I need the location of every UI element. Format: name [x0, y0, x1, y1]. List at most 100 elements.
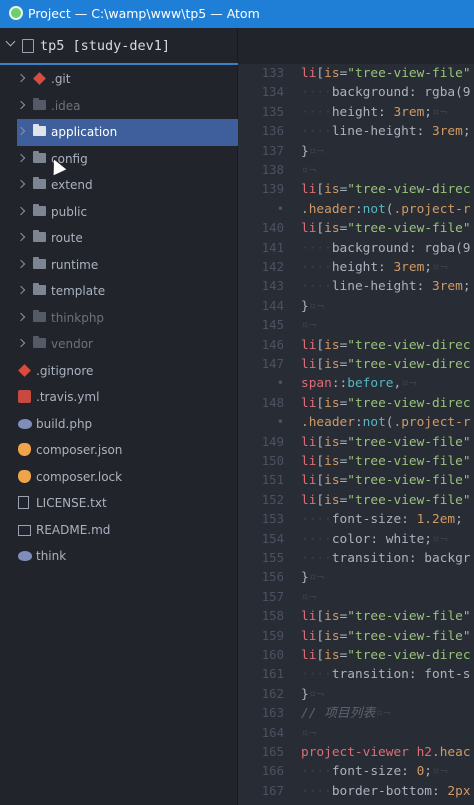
code-line[interactable]: 138 ¤¬	[238, 161, 474, 180]
chevron-right-icon[interactable]	[16, 179, 26, 189]
chevron-right-icon[interactable]	[16, 312, 26, 321]
code-line[interactable]: 161 ····transition: font-s	[238, 665, 474, 684]
code-line[interactable]: 155 ····transition: backgr	[238, 549, 474, 568]
code-text: li[is="tree-view-file"	[301, 434, 471, 450]
folder-application[interactable]: application	[16, 119, 238, 146]
project-root[interactable]: tp5 [study-dev1]	[0, 28, 238, 65]
chevron-right-icon[interactable]	[16, 259, 26, 268]
code-line[interactable]: 160 li[is="tree-view-direc	[238, 646, 474, 665]
focus-accent-bar	[0, 63, 238, 65]
tree-item-label: public	[51, 204, 88, 219]
composer-icon	[18, 443, 31, 456]
code-text: li[is="tree-view-direc	[301, 337, 471, 353]
code-line[interactable]: • span::before,¤¬	[238, 374, 474, 393]
code-line[interactable]: 141 ····background: rgba(9	[238, 239, 474, 258]
code-line[interactable]: 142 ····height: 3rem;¤¬	[238, 258, 474, 277]
line-number: 148	[261, 395, 284, 410]
code-line[interactable]: 162}¤¬	[238, 685, 474, 704]
code-line[interactable]: 153 ····font-size: 1.2em;	[238, 510, 474, 529]
code-line[interactable]: 151 li[is="tree-view-file"	[238, 471, 474, 490]
tree-item-label: .gitignore	[36, 363, 94, 378]
code-line[interactable]: 159 li[is="tree-view-file"	[238, 627, 474, 646]
line-number: 165	[261, 745, 284, 759]
code-text: ····height: 3rem;¤¬	[301, 104, 448, 120]
chevron-right-icon[interactable]	[16, 73, 26, 83]
file-build-php[interactable]: build.php	[0, 411, 238, 438]
code-text: ····font-size: 0;¤¬	[301, 764, 448, 780]
travis-icon	[18, 390, 31, 403]
code-line[interactable]: 167 ····border-bottom: 2px	[238, 782, 474, 801]
code-line[interactable]: 164 ¤¬	[238, 724, 474, 743]
code-line[interactable]: 135 ····height: 3rem;¤¬	[238, 103, 474, 122]
chevron-right-icon[interactable]	[16, 285, 26, 295]
folder-idea[interactable]: .idea	[0, 93, 238, 120]
file-think[interactable]: think	[0, 543, 238, 570]
file-travis-yml[interactable]: .travis.yml	[0, 384, 238, 411]
file-composer-json[interactable]: composer.json	[0, 437, 238, 464]
code-text: ····transition: font-s	[301, 667, 471, 683]
code-line[interactable]: 143 ····line-height: 3rem;	[238, 277, 474, 296]
chevron-right-icon[interactable]	[16, 206, 26, 215]
code-line[interactable]: 166 ····font-size: 0;¤¬	[238, 762, 474, 781]
code-line[interactable]: 154 ····color: white;¤¬	[238, 530, 474, 549]
file-license-txt[interactable]: LICENSE.txt	[0, 490, 238, 517]
folder-git[interactable]: .git	[0, 66, 238, 93]
folder-config[interactable]: config	[0, 146, 238, 173]
code-line[interactable]: 137}¤¬	[238, 142, 474, 161]
code-line[interactable]: 144}¤¬	[238, 297, 474, 316]
code-line[interactable]: 163 // 项目列表¤¬	[238, 704, 474, 723]
line-number: 162	[261, 686, 284, 701]
code-line[interactable]: 139 li[is="tree-view-direc	[238, 180, 474, 199]
title-bar: Project — C:\wamp\www\tp5 — Atom	[0, 0, 474, 28]
folder-route[interactable]: route	[0, 225, 238, 252]
chevron-right-icon[interactable]	[16, 126, 26, 136]
code-text: project-viewer h2.heac	[301, 745, 471, 760]
code-line[interactable]: 136 ····line-height: 3rem;	[238, 122, 474, 141]
folder-icon	[33, 230, 46, 242]
code-line[interactable]: 157 ¤¬	[238, 588, 474, 607]
code-line[interactable]: 146 li[is="tree-view-direc	[238, 336, 474, 355]
file-composer-lock[interactable]: composer.lock	[0, 464, 238, 491]
code-line[interactable]: 149 li[is="tree-view-file"	[238, 433, 474, 452]
code-line[interactable]: 134 ····background: rgba(9	[238, 83, 474, 102]
code-line[interactable]: 148 li[is="tree-view-direc	[238, 394, 474, 413]
line-number: 143	[261, 279, 284, 294]
code-text: ····line-height: 3rem;	[301, 124, 471, 140]
line-number: 158	[261, 609, 284, 624]
editor-pane[interactable]: 133 li[is="tree-view-file" 134 ····backgrou…	[238, 28, 474, 805]
chevron-down-icon[interactable]	[5, 36, 16, 47]
code-line[interactable]: 140 li[is="tree-view-file"	[238, 219, 474, 238]
chevron-right-icon[interactable]	[16, 232, 26, 242]
folder-open-icon	[33, 124, 46, 136]
line-number: 142	[261, 260, 284, 274]
chevron-right-icon[interactable]	[16, 338, 26, 348]
chevron-right-icon[interactable]	[16, 100, 26, 109]
line-number: 156	[261, 570, 284, 585]
tree-item-label: route	[51, 231, 83, 245]
folder-extend[interactable]: extend	[0, 172, 238, 199]
code-line[interactable]: 165 project-viewer h2.heac	[238, 743, 474, 762]
folder-runtime[interactable]: runtime	[0, 252, 238, 279]
chevron-right-icon[interactable]	[16, 153, 26, 162]
code-text: li[is="tree-view-file"	[301, 492, 471, 508]
line-number: 135	[261, 104, 284, 119]
code-line[interactable]: 158 li[is="tree-view-file"	[238, 607, 474, 626]
code-line[interactable]: • .header:not(.project-r	[238, 200, 474, 219]
line-number: 138	[261, 163, 284, 177]
code-line[interactable]: 145 ¤¬	[238, 316, 474, 335]
file-gitignore[interactable]: .gitignore	[0, 358, 238, 385]
code-line[interactable]: 133 li[is="tree-view-file"	[238, 64, 474, 83]
folder-thinkphp[interactable]: thinkphp	[0, 305, 238, 332]
code-line[interactable]: 152 li[is="tree-view-file"	[238, 491, 474, 510]
code-line[interactable]: 150 li[is="tree-view-file"	[238, 452, 474, 471]
folder-vendor[interactable]: vendor	[0, 331, 238, 358]
folder-icon	[33, 283, 46, 295]
code-text: li[is="tree-view-file"	[301, 66, 471, 81]
folder-template[interactable]: template	[0, 278, 238, 305]
code-line[interactable]: 156}¤¬	[238, 568, 474, 587]
code-line[interactable]: 147 li[is="tree-view-direc	[238, 355, 474, 374]
line-number: 153	[261, 512, 284, 527]
code-line[interactable]: • .header:not(.project-r	[238, 413, 474, 432]
folder-public[interactable]: public	[0, 199, 238, 226]
file-readme-md[interactable]: README.md	[0, 517, 238, 544]
